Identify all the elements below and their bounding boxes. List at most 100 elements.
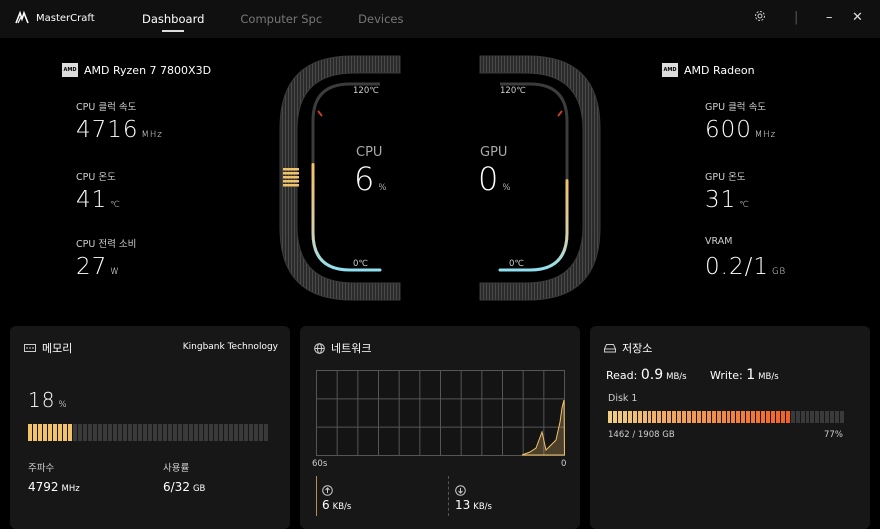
bar-segment bbox=[118, 424, 123, 441]
bar-segment bbox=[178, 424, 183, 441]
upload-value: 6 KB/s bbox=[322, 498, 352, 512]
bar-segment bbox=[647, 411, 652, 423]
bar-segment bbox=[795, 411, 800, 423]
network-card: 네트워크 60s 0 6 KB/s 13 KB/s bbox=[300, 326, 580, 529]
bar-segment bbox=[815, 411, 820, 423]
bar-segment bbox=[790, 411, 795, 423]
network-graph bbox=[316, 370, 566, 456]
gpu-temp-value: 31 ℃ bbox=[705, 187, 750, 213]
bar-segment bbox=[627, 411, 632, 423]
storage-write: Write: 1 MB/s bbox=[710, 367, 779, 383]
bar-segment bbox=[785, 411, 790, 423]
bar-segment bbox=[203, 424, 208, 441]
bar-segment bbox=[78, 424, 83, 441]
bar-segment bbox=[691, 411, 696, 423]
bar-segment bbox=[711, 411, 716, 423]
bar-segment bbox=[53, 424, 58, 441]
bar-segment bbox=[113, 424, 118, 441]
mastercraft-logo-icon bbox=[15, 10, 29, 24]
minimize-icon[interactable]: – bbox=[826, 10, 833, 25]
cpu-load-segment bbox=[283, 180, 299, 183]
bar-segment bbox=[706, 411, 711, 423]
bar-segment bbox=[617, 411, 622, 423]
bar-segment bbox=[667, 411, 672, 423]
bar-segment bbox=[637, 411, 642, 423]
upload-divider bbox=[316, 476, 317, 516]
bar-segment bbox=[761, 411, 765, 423]
bar-segment bbox=[183, 424, 188, 441]
bar-segment bbox=[721, 411, 726, 423]
bar-segment bbox=[173, 424, 178, 441]
memory-brand: Kingbank Technology bbox=[182, 342, 278, 352]
app-logo: MasterCraft bbox=[14, 10, 95, 26]
bar-segment bbox=[93, 424, 98, 441]
bar-segment bbox=[48, 424, 53, 441]
settings-gear-icon[interactable] bbox=[754, 10, 766, 26]
bar-segment bbox=[133, 424, 138, 441]
main-tabs: Dashboard Computer Spc Devices bbox=[142, 12, 439, 32]
bar-segment bbox=[248, 424, 253, 441]
cpu-load-segment bbox=[283, 184, 299, 187]
cpu-power-label: CPU 전력 소비 bbox=[76, 239, 137, 250]
bar-segment bbox=[696, 411, 701, 423]
close-icon[interactable]: ✕ bbox=[852, 10, 863, 25]
title-bar: MasterCraft Dashboard Computer Spc Devic… bbox=[0, 0, 880, 38]
memory-usage-bar bbox=[28, 424, 268, 441]
memory-used-label: 사용률 bbox=[163, 463, 190, 474]
bar-segment bbox=[751, 411, 756, 423]
gpu-gauge-min: 0℃ bbox=[509, 259, 524, 269]
bar-segment bbox=[716, 411, 721, 423]
tab-devices[interactable]: Devices bbox=[358, 12, 403, 26]
bar-segment bbox=[770, 411, 775, 423]
cpu-gauge-label: CPU bbox=[356, 145, 383, 160]
tab-computer-spec[interactable]: Computer Spc bbox=[240, 12, 322, 26]
bar-segment bbox=[28, 424, 33, 441]
bar-segment bbox=[840, 411, 844, 423]
bar-segment bbox=[775, 411, 780, 423]
bar-segment bbox=[148, 424, 153, 441]
vram-label: VRAM bbox=[705, 236, 733, 247]
gpu-gauge-label: GPU bbox=[480, 145, 508, 160]
bar-segment bbox=[43, 424, 48, 441]
bar-segment bbox=[38, 424, 43, 441]
bar-segment bbox=[143, 424, 148, 441]
bar-segment bbox=[253, 424, 258, 441]
bar-segment bbox=[263, 424, 268, 441]
bar-segment bbox=[756, 411, 761, 423]
bar-segment bbox=[128, 424, 133, 441]
tab-dashboard[interactable]: Dashboard bbox=[142, 12, 204, 32]
gpu-name: AMD Radeon bbox=[684, 63, 755, 77]
titlebar-divider: | bbox=[794, 10, 799, 25]
cpu-load-indicator bbox=[283, 168, 299, 187]
bar-segment bbox=[243, 424, 248, 441]
cpu-usage-value: 6% bbox=[354, 160, 388, 198]
memory-used-value: 6/32 GB bbox=[163, 480, 206, 494]
bar-segment bbox=[830, 411, 835, 423]
storage-card: 저장소 Read: 0.9 MB/s Write: 1 MB/s Disk 1 14… bbox=[590, 326, 870, 529]
cpu-temp-label: CPU 온도 bbox=[76, 172, 116, 183]
gpu-max-marker bbox=[557, 110, 563, 117]
disk-usage-bar bbox=[608, 411, 844, 423]
network-title: 네트워크 bbox=[314, 340, 371, 356]
bar-segment bbox=[258, 424, 263, 441]
bar-segment bbox=[138, 424, 143, 441]
cpu-temp-value: 41 ℃ bbox=[76, 187, 121, 213]
storage-title: 저장소 bbox=[604, 340, 652, 356]
bar-segment bbox=[701, 411, 706, 423]
cpu-power-value: 27 W bbox=[76, 254, 120, 280]
bar-segment bbox=[741, 411, 746, 423]
bar-segment bbox=[677, 411, 682, 423]
bar-segment bbox=[746, 411, 751, 423]
bar-segment bbox=[158, 424, 163, 441]
bar-segment bbox=[58, 424, 63, 441]
network-x-right: 0 bbox=[561, 459, 567, 469]
globe-icon bbox=[314, 342, 325, 354]
bar-segment bbox=[687, 411, 691, 423]
bar-segment bbox=[33, 424, 38, 441]
bar-segment bbox=[780, 411, 785, 423]
bar-segment bbox=[731, 411, 736, 423]
cpu-clock-label: CPU 클럭 속도 bbox=[76, 102, 137, 113]
gpu-gauge-max: 120℃ bbox=[500, 86, 526, 96]
bar-segment bbox=[213, 424, 218, 441]
app-title: MasterCraft bbox=[36, 12, 95, 24]
